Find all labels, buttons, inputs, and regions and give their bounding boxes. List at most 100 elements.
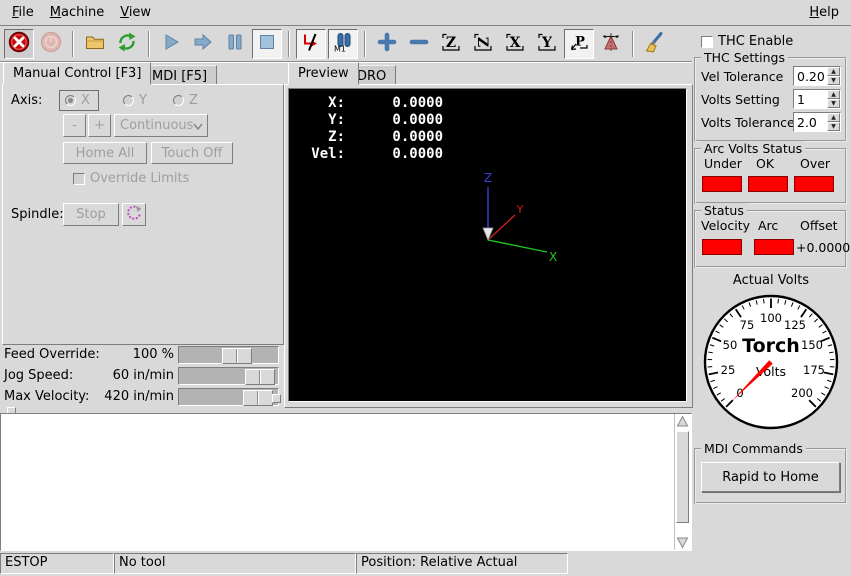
axis-radio-x[interactable]: X: [59, 90, 99, 111]
origin-axes: Z Y X: [427, 171, 562, 275]
clear-plot-button[interactable]: [640, 29, 670, 59]
step-arrow-icon: [192, 31, 214, 57]
tab-dro-label: DRO: [357, 69, 386, 84]
velocity-led: [702, 239, 742, 255]
volts-tolerance-spinbox[interactable]: 2.0 ▲▼: [793, 112, 841, 132]
svg-text:Y: Y: [516, 203, 524, 216]
tab-mdi[interactable]: MDI [F5]: [142, 65, 217, 85]
over-label: Over: [800, 156, 830, 171]
spin-up-icon[interactable]: ▲: [827, 90, 840, 99]
radio-x-circle: [65, 95, 76, 106]
axis-radio-z[interactable]: Z: [173, 93, 198, 108]
dro-x-label: X:: [297, 95, 345, 112]
menubar: File Machine View Help: [0, 0, 851, 26]
dro-z-value: 0.0000: [345, 129, 443, 146]
mdi-commands-group: MDI Commands Rapid to Home: [694, 448, 847, 504]
rotate-view-button[interactable]: [596, 29, 626, 59]
jog-mode-combobox[interactable]: Continuous: [114, 114, 208, 137]
spinner-arrows[interactable]: ▲▼: [827, 67, 840, 85]
toolbar-separator: [364, 31, 366, 57]
step-button[interactable]: [188, 29, 218, 59]
jog-speed-handle[interactable]: [245, 369, 275, 385]
touch-off-button[interactable]: Touch Off: [151, 142, 233, 164]
spindle-brake-button[interactable]: [122, 203, 146, 226]
arc-volts-status-group: Arc Volts Status Under OK Over: [694, 148, 847, 204]
feed-override-handle[interactable]: [222, 348, 252, 364]
status-title: Status: [701, 203, 747, 218]
tab-preview[interactable]: Preview: [288, 62, 359, 85]
under-led: [702, 176, 742, 192]
torch-volts-gauge: 0 25 50 75 100 125 150 175 200 Torch Vol…: [701, 292, 841, 436]
preview-notebook: Preview DRO X: 0.0000 Y: 0.0000 Z: 0.: [284, 62, 691, 406]
spinner-arrows[interactable]: ▲▼: [827, 90, 840, 108]
machine-power-button[interactable]: [36, 29, 66, 59]
feed-override-slider[interactable]: [178, 346, 279, 364]
open-file-button[interactable]: [80, 29, 110, 59]
dro-row-x: X: 0.0000: [297, 95, 443, 112]
view-y-icon: Y: [536, 31, 558, 57]
optional-pause-button[interactable]: M1: [328, 29, 358, 59]
thc-settings-title: THC Settings: [701, 50, 788, 65]
reload-button[interactable]: [112, 29, 142, 59]
override-limits-checkbox[interactable]: Override Limits: [73, 171, 189, 186]
thc-enable-checkbox[interactable]: THC Enable: [701, 34, 793, 49]
menu-help[interactable]: Help: [801, 2, 847, 23]
view-top-button[interactable]: Z: [436, 29, 466, 59]
dro-y-label: Y:: [297, 112, 345, 129]
statusbar-tool: No tool: [114, 553, 356, 574]
jog-speed-slider[interactable]: [178, 367, 279, 385]
view-front-button[interactable]: Y: [532, 29, 562, 59]
run-button[interactable]: [156, 29, 186, 59]
block-delete-button[interactable]: [296, 29, 326, 59]
zoom-out-button[interactable]: [404, 29, 434, 59]
scroll-up-arrow[interactable]: [675, 414, 690, 429]
spindle-stop-button[interactable]: Stop: [63, 203, 119, 226]
view-z-rotated-icon: Z: [472, 31, 494, 57]
max-velocity-slider[interactable]: [178, 388, 279, 406]
vel-tolerance-spinbox[interactable]: 0.20 ▲▼: [793, 66, 841, 86]
menu-machine[interactable]: Machine: [42, 2, 112, 23]
pause-icon: [224, 31, 246, 57]
max-velocity-handle[interactable]: [243, 390, 273, 406]
jog-minus-button[interactable]: -: [63, 114, 86, 137]
rapid-to-home-button[interactable]: Rapid to Home: [701, 462, 840, 492]
jog-plus-button[interactable]: +: [88, 114, 111, 137]
spin-up-icon[interactable]: ▲: [827, 67, 840, 76]
zoom-in-button[interactable]: [372, 29, 402, 59]
scrollbar-thumb[interactable]: [676, 431, 689, 523]
max-velocity-value: 420 in/min: [90, 389, 174, 404]
radio-y-circle: [123, 95, 134, 106]
tool-cone-icon: [483, 228, 493, 240]
dro-row-y: Y: 0.0000: [297, 112, 443, 129]
spin-down-icon[interactable]: ▼: [827, 122, 840, 131]
statusbar-position: Position: Relative Actual: [356, 553, 568, 574]
dro-vel-value: 0.0000: [345, 146, 443, 163]
menu-view[interactable]: View: [112, 2, 159, 23]
text-scrollbar[interactable]: [674, 414, 691, 550]
velocity-label: Velocity: [701, 218, 750, 233]
spin-down-icon[interactable]: ▼: [827, 76, 840, 85]
view-top-rotated-button[interactable]: Z: [468, 29, 498, 59]
svg-text:200: 200: [791, 386, 813, 400]
preview-canvas[interactable]: X: 0.0000 Y: 0.0000 Z: 0.0000 Vel: 0.000…: [288, 88, 687, 402]
spinner-arrows[interactable]: ▲▼: [827, 113, 840, 131]
stop-button[interactable]: [252, 29, 282, 59]
gcode-text-area[interactable]: [0, 413, 692, 551]
pause-button[interactable]: [220, 29, 250, 59]
volts-setting-spinbox[interactable]: 1 ▲▼: [793, 89, 841, 109]
axis-radio-y[interactable]: Y: [123, 93, 147, 108]
statusbar-estop-text: ESTOP: [5, 555, 47, 570]
tab-mdi-label: MDI [F5]: [152, 69, 207, 84]
view-side-button[interactable]: X: [500, 29, 530, 59]
feed-override-value: 100 %: [90, 347, 174, 362]
tab-manual-control[interactable]: Manual Control [F3]: [3, 62, 151, 85]
spin-down-icon[interactable]: ▼: [827, 99, 840, 108]
scroll-down-arrow[interactable]: [675, 535, 690, 550]
vertical-sash-handle[interactable]: [272, 394, 281, 403]
menu-file[interactable]: File: [4, 2, 42, 23]
view-perspective-button[interactable]: P: [564, 29, 594, 59]
home-all-button[interactable]: Home All: [63, 142, 147, 164]
estop-button[interactable]: [4, 29, 34, 59]
actual-volts-label: Actual Volts: [691, 273, 851, 288]
spin-up-icon[interactable]: ▲: [827, 113, 840, 122]
